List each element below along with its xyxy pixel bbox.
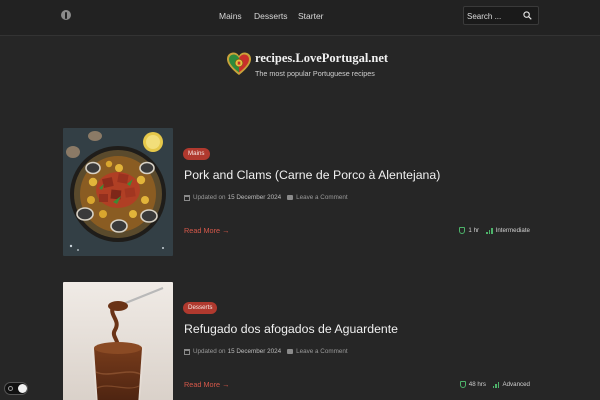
comment-icon xyxy=(287,349,294,354)
sun-icon xyxy=(8,386,13,391)
comment-link[interactable]: Leave a Comment xyxy=(296,348,347,355)
difficulty-level: Advanced xyxy=(502,381,530,388)
difficulty-icon xyxy=(492,381,500,388)
post-meta: Updated on 15 December 2024 Leave a Comm… xyxy=(184,194,348,201)
post-thumbnail[interactable] xyxy=(63,128,173,256)
dark-mode-toggle[interactable] xyxy=(4,382,28,395)
site-tagline: The most popular Portuguese recipes xyxy=(255,69,375,78)
updated-date: 15 December 2024 xyxy=(227,348,282,355)
updated-date: 15 December 2024 xyxy=(227,194,282,201)
updated-label: Updated on xyxy=(193,194,226,201)
time-icon xyxy=(459,381,466,388)
post-card: Desserts Refugado dos afogados de Aguard… xyxy=(63,282,538,400)
post-meta: Updated on 15 December 2024 Leave a Comm… xyxy=(184,348,348,355)
nav-item-starter[interactable]: Starter xyxy=(298,10,338,22)
calendar-icon xyxy=(184,348,190,355)
read-more-link[interactable]: Read More → xyxy=(184,226,229,235)
toggle-knob xyxy=(18,384,27,393)
site-title[interactable]: recipes.LovePortugal.net xyxy=(255,51,388,66)
search-input[interactable] xyxy=(467,9,519,23)
heart-logo-icon[interactable] xyxy=(226,51,252,77)
recipe-stats: 48 hrs Advanced xyxy=(459,381,530,388)
category-badge[interactable]: Desserts xyxy=(183,302,218,314)
calendar-icon xyxy=(184,194,190,201)
prep-time: 1 hr xyxy=(468,227,480,234)
search-icon[interactable] xyxy=(523,11,532,20)
post-thumbnail[interactable] xyxy=(63,282,173,400)
top-bar: Mains Desserts Starter xyxy=(0,0,600,36)
nav-item-desserts[interactable]: Desserts xyxy=(254,10,294,22)
social-icon[interactable] xyxy=(61,10,71,20)
nav-item-mains[interactable]: Mains xyxy=(219,10,249,22)
difficulty-icon xyxy=(486,227,493,234)
search-box xyxy=(463,6,539,25)
post-title[interactable]: Pork and Clams (Carne de Porco à Alentej… xyxy=(184,168,440,182)
recipe-stats: 1 hr Intermediate xyxy=(459,227,530,234)
read-more-link[interactable]: Read More → xyxy=(184,380,229,389)
post-title[interactable]: Refugado dos afogados de Aguardente xyxy=(184,322,398,336)
prep-time: 48 hrs xyxy=(468,381,486,388)
time-icon xyxy=(459,227,466,234)
comment-icon xyxy=(287,195,294,200)
post-card: Mains Pork and Clams (Carne de Porco à A… xyxy=(63,128,538,258)
difficulty-level: Intermediate xyxy=(495,227,530,234)
category-badge[interactable]: Mains xyxy=(183,148,210,160)
updated-label: Updated on xyxy=(193,348,226,355)
comment-link[interactable]: Leave a Comment xyxy=(296,194,347,201)
